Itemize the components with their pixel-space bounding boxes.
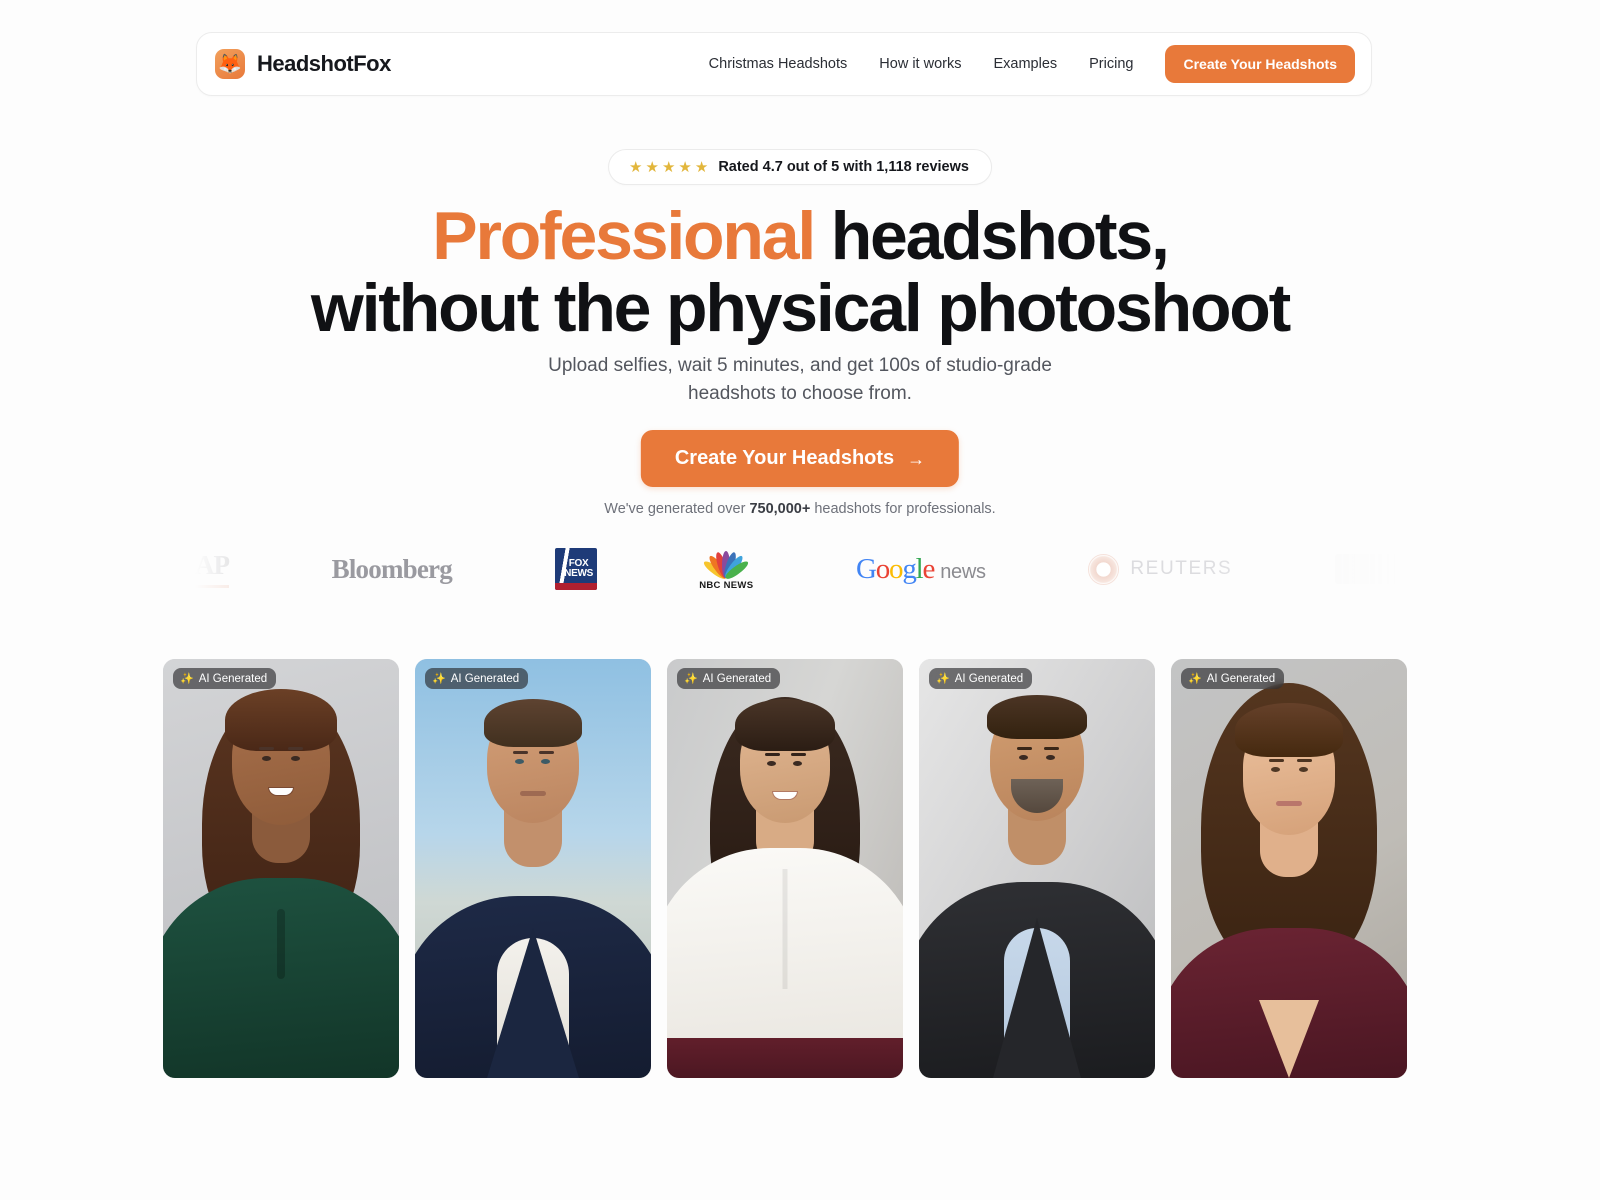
reuters-logo: REUTERS [1088, 545, 1232, 593]
google-letter-o1: o [875, 552, 891, 585]
brand[interactable]: 🦊 HeadshotFox [215, 49, 391, 79]
ap-logo: AP [195, 545, 230, 593]
sparkles-icon: ✨ [432, 673, 446, 685]
google-letter-g2: g [902, 552, 917, 585]
arrow-right-icon: → [907, 448, 926, 469]
hero-subhead-line-1: Upload selfies, wait 5 minutes, and get … [548, 355, 941, 376]
fox-logo-glyph: 🦊 [218, 53, 242, 75]
google-letter-o2: o [889, 552, 904, 585]
headshot-gallery: ✨ AI Generated ✨ AI Generated ✨ AI Gener… [163, 659, 1407, 1078]
stat-suffix: headshots for professionals. [810, 501, 996, 517]
star-icon: ★ [629, 158, 643, 176]
ai-generated-badge: ✨ AI Generated [425, 668, 529, 689]
ap-logo-text: AP [195, 550, 230, 588]
nav-item-how-it-works[interactable]: How it works [863, 56, 977, 72]
primary-nav: Christmas Headshots How it works Example… [693, 45, 1355, 83]
fox-red-bar [554, 583, 597, 590]
star-icon: ★ [645, 158, 659, 176]
nbc-news-text: NBC NEWS [699, 579, 754, 591]
press-logo-strip: AP Bloomberg FOX NEWS NBC NEWS Google ne… [195, 542, 1405, 596]
headshot-card-1[interactable]: ✨ AI Generated [163, 659, 399, 1078]
star-icon: ★ [678, 158, 692, 176]
headline-accent-word: Professional [432, 198, 816, 274]
nav-item-pricing[interactable]: Pricing [1073, 56, 1149, 72]
google-letter-e: e [922, 552, 936, 585]
brand-name: HeadshotFox [257, 51, 391, 76]
headshot-card-2[interactable]: ✨ AI Generated [415, 659, 651, 1078]
rating-text: Rated 4.7 out of 5 with 1,118 reviews [718, 159, 969, 175]
headline-line-2: without the physical photoshoot [310, 270, 1291, 347]
hero-subhead: Upload selfies, wait 5 minutes, and get … [540, 352, 1060, 408]
fox-news-mark: FOX NEWS [554, 548, 597, 590]
google-letter-l: l [915, 552, 924, 585]
fox-news-logo: FOX NEWS [554, 545, 597, 593]
sparkles-icon: ✨ [684, 673, 698, 685]
bloomberg-logo-text: Bloomberg [331, 553, 453, 584]
stat-number: 750,000+ [749, 501, 811, 517]
sparkles-icon: ✨ [936, 673, 950, 685]
sparkles-icon: ✨ [1188, 673, 1202, 685]
stat-prefix: We've generated over [604, 501, 750, 517]
ai-generated-label: AI Generated [450, 672, 520, 685]
nav-item-examples[interactable]: Examples [977, 56, 1073, 72]
nav-item-christmas-headshots[interactable]: Christmas Headshots [693, 56, 864, 72]
star-icon: ★ [694, 158, 709, 176]
landing-page: 🦊 HeadshotFox Christmas Headshots How it… [0, 0, 1600, 1200]
ai-generated-label: AI Generated [702, 672, 772, 685]
headshot-card-5[interactable]: ✨ AI Generated [1171, 659, 1407, 1078]
google-letter-g: G [855, 552, 877, 585]
header-create-headshots-button[interactable]: Create Your Headshots [1165, 45, 1355, 83]
headshot-card-4[interactable]: ✨ AI Generated [919, 659, 1155, 1078]
google-news-logo: Google news [856, 545, 986, 593]
ai-generated-badge: ✨ AI Generated [173, 668, 277, 689]
hero-create-headshots-button[interactable]: Create Your Headshots → [640, 430, 960, 487]
headshot-card-3[interactable]: ✨ AI Generated [667, 659, 903, 1078]
bloomberg-logo: Bloomberg [331, 545, 453, 593]
site-header: 🦊 HeadshotFox Christmas Headshots How it… [196, 32, 1372, 96]
star-icon: ★ [661, 158, 676, 176]
google-news-word: news [940, 560, 986, 583]
ai-generated-label: AI Generated [198, 672, 268, 685]
partial-logo [1334, 545, 1405, 593]
ai-generated-badge: ✨ AI Generated [929, 668, 1033, 689]
rating-badge: ★ ★ ★ ★ ★ Rated 4.7 out of 5 with 1,118 … [608, 149, 992, 185]
page-title: Professional headshots, without the phys… [0, 200, 1600, 344]
headline-rest: headshots, [814, 198, 1170, 274]
fox-icon: 🦊 [215, 49, 245, 79]
nbc-news-logo: NBC NEWS [699, 545, 753, 593]
hero-cta-label: Create Your Headshots [674, 447, 895, 469]
ai-generated-badge: ✨ AI Generated [677, 668, 781, 689]
fox-logo-line-2: NEWS [564, 568, 593, 579]
reuters-text: REUTERS [1130, 558, 1233, 579]
reuters-dot-circle-icon [1088, 553, 1120, 585]
star-rating-icons: ★ ★ ★ ★ ★ [629, 160, 708, 175]
ai-generated-badge: ✨ AI Generated [1181, 668, 1285, 689]
google-news-mark: Google news [856, 553, 986, 586]
ai-generated-label: AI Generated [1206, 672, 1276, 685]
peacock-icon [702, 548, 751, 581]
generated-count-text: We've generated over 750,000+ headshots … [0, 501, 1600, 517]
sparkles-icon: ✨ [180, 673, 194, 685]
ai-generated-label: AI Generated [954, 672, 1024, 685]
